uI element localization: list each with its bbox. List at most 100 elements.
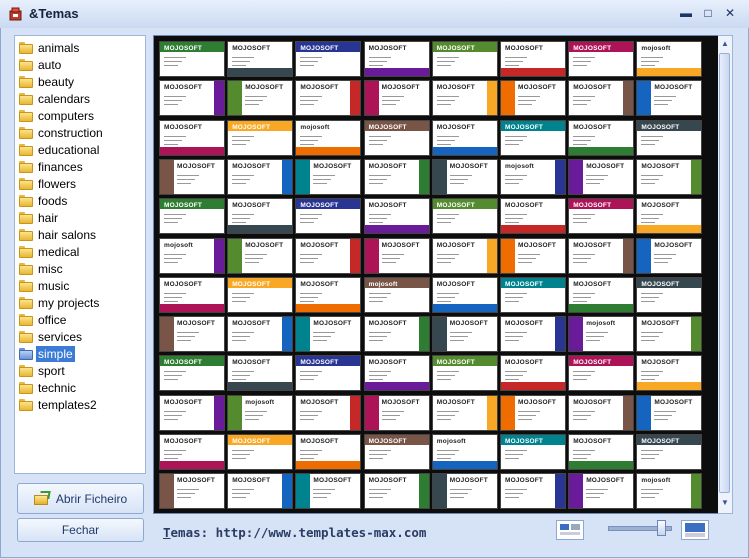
template-thumbnail[interactable]: mojosoft <box>159 237 225 274</box>
template-thumbnail[interactable]: MOJOSOFT <box>431 473 498 510</box>
template-thumbnail[interactable]: MOJOSOFT <box>568 394 635 431</box>
template-thumbnail[interactable]: MOJOSOFT <box>363 316 430 353</box>
folder-item[interactable]: finances <box>19 158 85 175</box>
template-thumbnail[interactable]: MOJOSOFT <box>500 198 566 235</box>
template-thumbnail[interactable]: mojosoft <box>227 394 294 431</box>
template-thumbnail[interactable]: MOJOSOFT <box>227 41 294 77</box>
template-thumbnail[interactable]: MOJOSOFT <box>227 434 294 470</box>
template-thumbnail[interactable]: MOJOSOFT <box>500 473 566 510</box>
template-thumbnail[interactable]: MOJOSOFT <box>568 276 635 313</box>
folder-item[interactable]: flowers <box>19 175 78 192</box>
template-thumbnail[interactable]: MOJOSOFT <box>159 316 225 353</box>
template-thumbnail[interactable]: MOJOSOFT <box>159 41 225 77</box>
scroll-up-button[interactable]: ▲ <box>718 37 732 51</box>
template-thumbnail[interactable]: MOJOSOFT <box>431 394 498 431</box>
folder-item[interactable]: hair <box>19 209 60 226</box>
template-thumbnail[interactable]: mojosoft <box>568 316 635 353</box>
template-thumbnail[interactable]: MOJOSOFT <box>568 355 635 392</box>
template-thumbnail[interactable]: MOJOSOFT <box>227 276 294 313</box>
template-thumbnail[interactable]: MOJOSOFT <box>227 198 294 235</box>
template-thumbnail[interactable]: MOJOSOFT <box>568 473 635 510</box>
maximize-button[interactable]: □ <box>699 5 717 21</box>
template-thumbnail[interactable]: MOJOSOFT <box>431 80 498 117</box>
template-thumbnail[interactable]: MOJOSOFT <box>500 394 566 431</box>
template-thumbnail[interactable]: MOJOSOFT <box>636 119 703 156</box>
template-thumbnail[interactable]: MOJOSOFT <box>159 355 225 392</box>
folder-item[interactable]: foods <box>19 192 69 209</box>
template-thumbnail[interactable]: MOJOSOFT <box>500 355 566 392</box>
template-thumbnail[interactable]: MOJOSOFT <box>431 119 498 156</box>
zoom-large-icon[interactable] <box>681 520 709 540</box>
template-thumbnail[interactable]: MOJOSOFT <box>431 237 498 274</box>
folder-item[interactable]: sport <box>19 362 67 379</box>
template-thumbnail[interactable]: MOJOSOFT <box>295 434 362 470</box>
template-thumbnail[interactable]: MOJOSOFT <box>363 41 430 77</box>
template-thumbnail[interactable]: MOJOSOFT <box>295 473 362 510</box>
template-thumbnail[interactable]: MOJOSOFT <box>363 198 430 235</box>
folder-item[interactable]: computers <box>19 107 96 124</box>
template-thumbnail[interactable]: MOJOSOFT <box>227 80 294 117</box>
close-button[interactable]: ✕ <box>721 5 739 21</box>
template-thumbnail[interactable]: MOJOSOFT <box>500 434 566 470</box>
minimize-button[interactable]: ▬ <box>677 5 695 21</box>
template-thumbnail[interactable]: MOJOSOFT <box>227 119 294 156</box>
template-thumbnail-grid[interactable]: MOJOSOFT MOJOSOFT MOJOSOFT MOJOSOFT MOJOSOFT… <box>153 35 720 514</box>
template-thumbnail[interactable]: MOJOSOFT <box>159 119 225 156</box>
template-thumbnail[interactable]: MOJOSOFT <box>363 80 430 117</box>
template-thumbnail[interactable]: mojosoft <box>500 158 566 195</box>
template-thumbnail[interactable]: MOJOSOFT <box>431 198 498 235</box>
template-thumbnail[interactable]: MOJOSOFT <box>227 473 294 510</box>
template-thumbnail[interactable]: mojosoft <box>431 434 498 470</box>
template-thumbnail[interactable]: MOJOSOFT <box>159 394 225 431</box>
folder-item[interactable]: simple <box>19 345 75 362</box>
template-thumbnail[interactable]: MOJOSOFT <box>363 158 430 195</box>
template-thumbnail[interactable]: MOJOSOFT <box>295 355 362 392</box>
folder-item[interactable]: medical <box>19 243 81 260</box>
template-thumbnail[interactable]: MOJOSOFT <box>636 237 703 274</box>
template-thumbnail[interactable]: MOJOSOFT <box>431 355 498 392</box>
template-thumbnail[interactable]: MOJOSOFT <box>159 158 225 195</box>
template-thumbnail[interactable]: MOJOSOFT <box>636 80 703 117</box>
template-thumbnail[interactable]: MOJOSOFT <box>159 80 225 117</box>
template-thumbnail[interactable]: MOJOSOFT <box>500 316 566 353</box>
template-thumbnail[interactable]: MOJOSOFT <box>363 237 430 274</box>
template-thumbnail[interactable]: MOJOSOFT <box>636 355 703 392</box>
template-thumbnail[interactable]: MOJOSOFT <box>568 434 635 470</box>
template-thumbnail[interactable]: MOJOSOFT <box>227 158 294 195</box>
template-thumbnail[interactable]: MOJOSOFT <box>431 158 498 195</box>
zoom-slider-handle[interactable] <box>657 520 666 536</box>
template-thumbnail[interactable]: MOJOSOFT <box>636 198 703 235</box>
folder-item[interactable]: office <box>19 311 68 328</box>
folder-item[interactable]: templates2 <box>19 396 99 413</box>
template-thumbnail[interactable]: MOJOSOFT <box>363 394 430 431</box>
template-thumbnail[interactable]: mojosoft <box>363 276 430 313</box>
template-thumbnail[interactable]: MOJOSOFT <box>568 198 635 235</box>
folder-item[interactable]: educational <box>19 141 101 158</box>
template-thumbnail[interactable]: MOJOSOFT <box>227 316 294 353</box>
folder-item[interactable]: music <box>19 277 71 294</box>
template-thumbnail[interactable]: MOJOSOFT <box>568 237 635 274</box>
template-thumbnail[interactable]: MOJOSOFT <box>295 276 362 313</box>
template-thumbnail[interactable]: MOJOSOFT <box>431 276 498 313</box>
template-thumbnail[interactable]: MOJOSOFT <box>636 158 703 195</box>
folder-item[interactable]: auto <box>19 56 63 73</box>
template-thumbnail[interactable]: MOJOSOFT <box>159 276 225 313</box>
close-dialog-button[interactable]: Fechar <box>17 518 144 542</box>
folder-item[interactable]: construction <box>19 124 105 141</box>
template-thumbnail[interactable]: MOJOSOFT <box>295 158 362 195</box>
template-thumbnail[interactable]: MOJOSOFT <box>295 80 362 117</box>
template-thumbnail[interactable]: MOJOSOFT <box>636 276 703 313</box>
website-link[interactable]: Temas: http://www.templates-max.com <box>163 525 426 540</box>
open-file-button[interactable]: Abrir Ficheiro <box>17 483 144 514</box>
folder-item[interactable]: misc <box>19 260 65 277</box>
vertical-scrollbar[interactable]: ▲ ▼ <box>718 35 733 514</box>
folder-item[interactable]: animals <box>19 39 81 56</box>
template-thumbnail[interactable]: MOJOSOFT <box>159 473 225 510</box>
template-thumbnail[interactable]: MOJOSOFT <box>500 41 566 77</box>
template-thumbnail[interactable]: MOJOSOFT <box>227 237 294 274</box>
template-thumbnail[interactable]: MOJOSOFT <box>636 316 703 353</box>
folder-item[interactable]: hair salons <box>19 226 98 243</box>
scroll-thumb[interactable] <box>719 53 730 493</box>
folder-item[interactable]: services <box>19 328 84 345</box>
folder-list[interactable]: animals auto beauty calendars computers const… <box>14 35 146 474</box>
